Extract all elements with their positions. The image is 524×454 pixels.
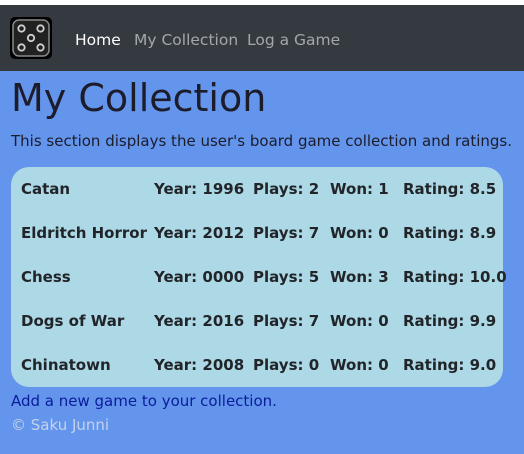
game-name: Eldritch Horror <box>21 224 147 242</box>
nav-item-my-collection[interactable]: My Collection <box>134 31 238 49</box>
game-won: Won: 1 <box>330 180 389 198</box>
main-content: My Collection This section displays the … <box>0 71 524 454</box>
dice-five-icon <box>10 17 52 59</box>
game-rating: Rating: 10.0 <box>403 268 507 286</box>
nav-item-home[interactable]: Home <box>75 31 121 49</box>
game-won: Won: 0 <box>330 356 389 374</box>
game-plays: Plays: 7 <box>253 312 320 330</box>
game-row: Chinatown Year: 2008 Plays: 0 Won: 0 Rat… <box>11 343 503 387</box>
game-row: Dogs of War Year: 2016 Plays: 7 Won: 0 R… <box>11 299 503 343</box>
game-name: Chinatown <box>21 356 111 374</box>
collection-list: Catan Year: 1996 Plays: 2 Won: 1 Rating:… <box>11 167 507 387</box>
footer-copyright: © Saku Junni <box>11 416 110 434</box>
brand-logo[interactable] <box>10 17 52 59</box>
game-plays: Plays: 5 <box>253 268 320 286</box>
game-row: Eldritch Horror Year: 2012 Plays: 7 Won:… <box>11 211 503 255</box>
game-rating: Rating: 9.9 <box>403 312 497 330</box>
game-won: Won: 3 <box>330 268 389 286</box>
game-year: Year: 2012 <box>154 224 245 242</box>
game-rating: Rating: 9.0 <box>403 356 497 374</box>
game-year: Year: 2016 <box>154 312 245 330</box>
game-year: Year: 1996 <box>154 180 245 198</box>
game-row: Chess Year: 0000 Plays: 5 Won: 3 Rating:… <box>11 255 507 299</box>
game-plays: Plays: 0 <box>253 356 320 374</box>
page-description: This section displays the user's board g… <box>11 132 513 150</box>
page-title: My Collection <box>11 76 267 120</box>
navbar: Home My Collection Log a Game <box>0 5 524 71</box>
nav-item-log-a-game[interactable]: Log a Game <box>247 31 340 49</box>
game-name: Catan <box>21 180 71 198</box>
game-year: Year: 0000 <box>154 268 245 286</box>
add-game-link[interactable]: Add a new game to your collection. <box>11 391 277 411</box>
game-name: Chess <box>21 268 71 286</box>
game-won: Won: 0 <box>330 312 389 330</box>
game-rating: Rating: 8.9 <box>403 224 497 242</box>
game-rating: Rating: 8.5 <box>403 180 497 198</box>
game-plays: Plays: 2 <box>253 180 320 198</box>
game-name: Dogs of War <box>21 312 125 330</box>
game-won: Won: 0 <box>330 224 389 242</box>
game-plays: Plays: 7 <box>253 224 320 242</box>
game-row: Catan Year: 1996 Plays: 2 Won: 1 Rating:… <box>11 167 503 211</box>
game-year: Year: 2008 <box>154 356 245 374</box>
